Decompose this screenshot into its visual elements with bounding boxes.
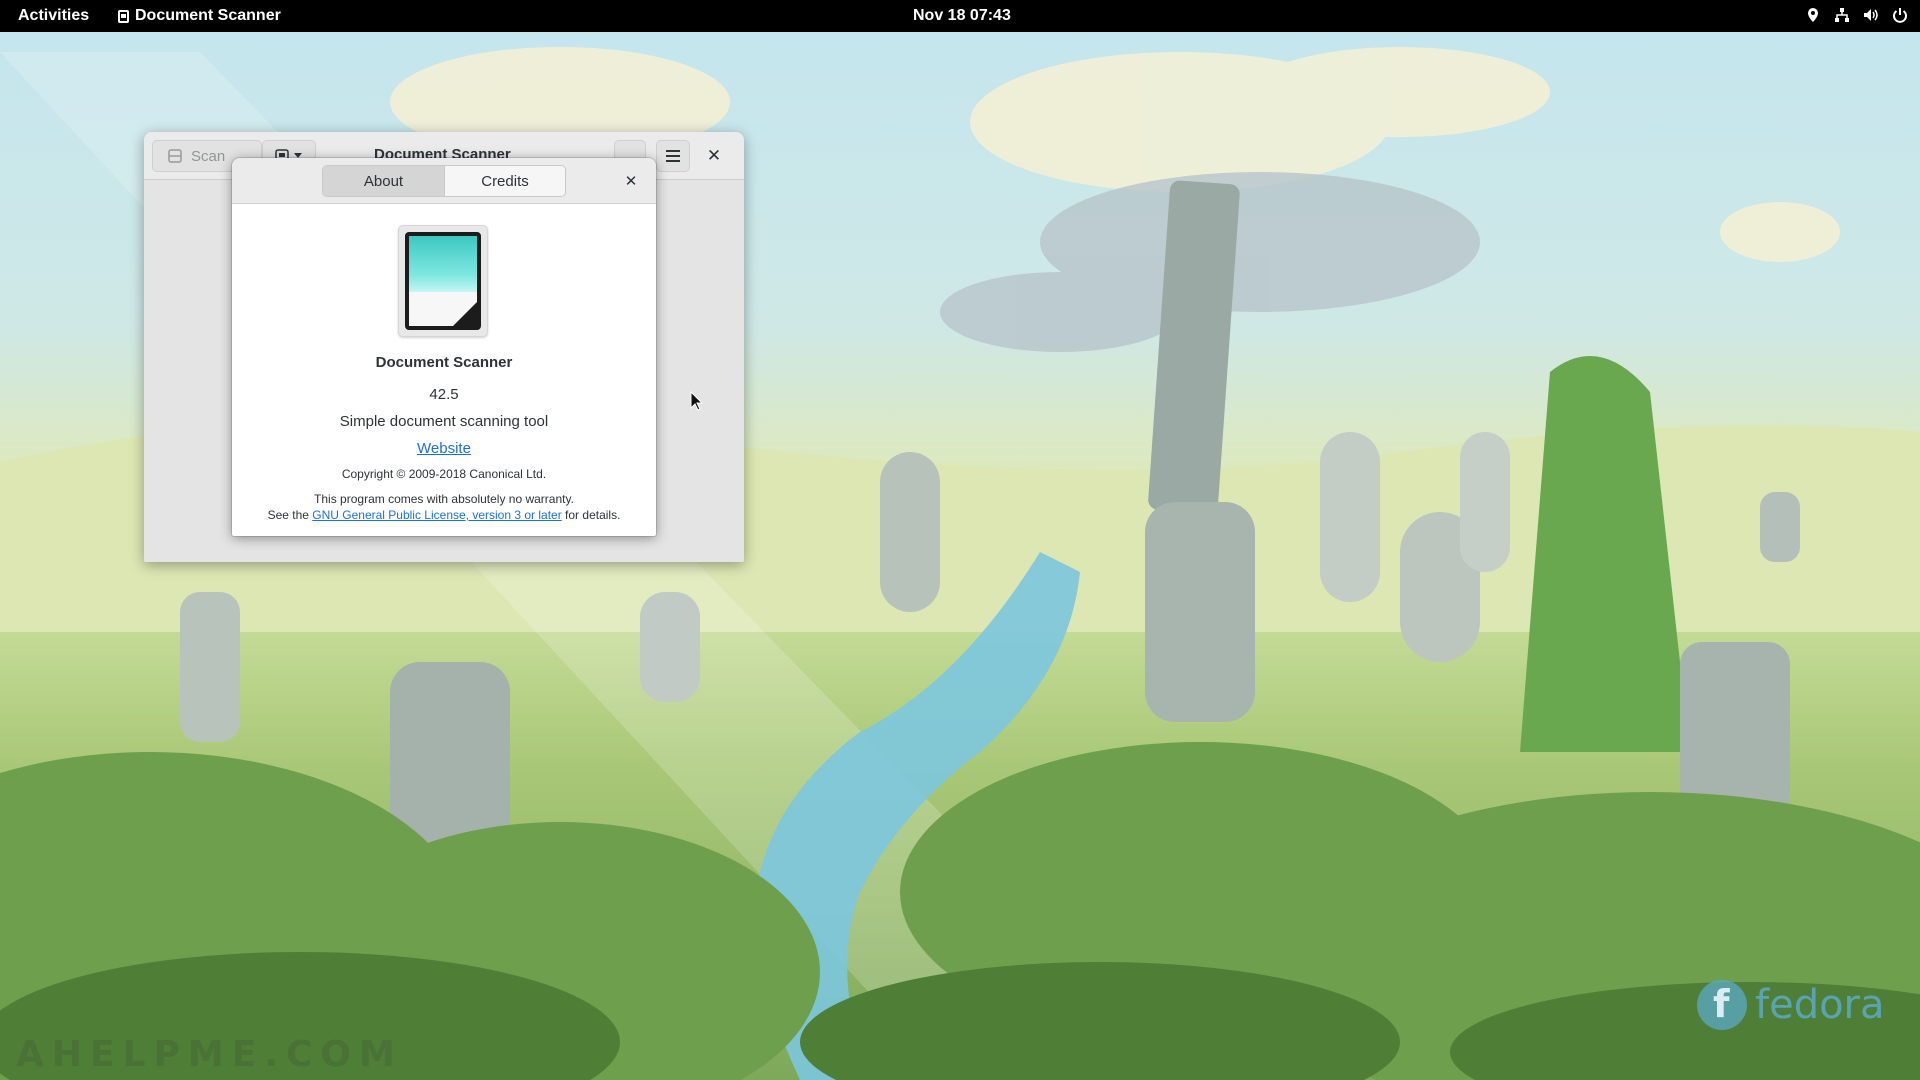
fedora-wordmark: fedora: [1755, 982, 1885, 1028]
warranty-line: This program comes with absolutely no wa…: [314, 492, 574, 506]
volume-icon: [1863, 7, 1879, 23]
license-suffix: for details.: [561, 508, 621, 522]
about-dialog: About Credits ✕ Document Scanner 42.5 Si…: [232, 158, 656, 536]
website-row: Website: [232, 440, 656, 457]
logo-paper: [405, 232, 481, 330]
scanner-icon: [168, 149, 182, 163]
mouse-cursor-icon: [690, 390, 704, 416]
about-dialog-body: Document Scanner 42.5 Simple document sc…: [232, 204, 656, 536]
document-scanner-logo-icon: [398, 225, 488, 337]
logo-screen: [409, 236, 477, 292]
about-dialog-header: About Credits ✕: [232, 158, 656, 204]
app-description: Simple document scanning tool: [339, 413, 549, 430]
app-menu[interactable]: Document Scanner: [118, 7, 281, 25]
system-status-area[interactable]: [1805, 7, 1908, 23]
hamburger-menu-icon: [666, 150, 680, 162]
top-bar: Activities Document Scanner Nov 18 07:43: [0, 0, 1920, 32]
about-tab-switcher: About Credits: [322, 165, 566, 197]
network-icon: [1834, 7, 1850, 23]
window-close-button[interactable]: ✕: [702, 144, 726, 168]
fedora-logo: fedora: [1697, 980, 1885, 1030]
watermark-text: AHELPME.COM: [16, 1034, 403, 1075]
copyright-text: Copyright © 2009-2018 Canonical Ltd.: [341, 467, 547, 481]
activities-button[interactable]: Activities: [18, 7, 89, 25]
warranty-text: This program comes with absolutely no wa…: [232, 491, 656, 523]
fedora-mark-icon: [1697, 980, 1747, 1030]
app-version: 42.5: [429, 386, 459, 403]
tab-credits[interactable]: Credits: [444, 166, 565, 196]
app-name: Document Scanner: [375, 354, 513, 371]
scanner-app-icon: [118, 9, 129, 23]
license-line: See the GNU General Public License, vers…: [232, 507, 656, 523]
power-icon: [1892, 7, 1908, 23]
tab-about[interactable]: About: [323, 166, 444, 196]
close-icon: ✕: [706, 146, 722, 165]
close-icon: ✕: [624, 173, 638, 190]
license-link[interactable]: GNU General Public License, version 3 or…: [312, 508, 561, 522]
clock[interactable]: Nov 18 07:43: [913, 7, 1011, 25]
website-link[interactable]: Website: [417, 440, 471, 457]
app-menu-label: Document Scanner: [135, 7, 281, 24]
license-prefix: See the: [267, 508, 313, 522]
logo-fold: [453, 302, 477, 326]
scan-button-label: Scan: [191, 147, 226, 165]
about-close-button[interactable]: ✕: [620, 170, 642, 192]
main-menu-button[interactable]: [656, 140, 690, 172]
location-icon: [1805, 7, 1821, 23]
